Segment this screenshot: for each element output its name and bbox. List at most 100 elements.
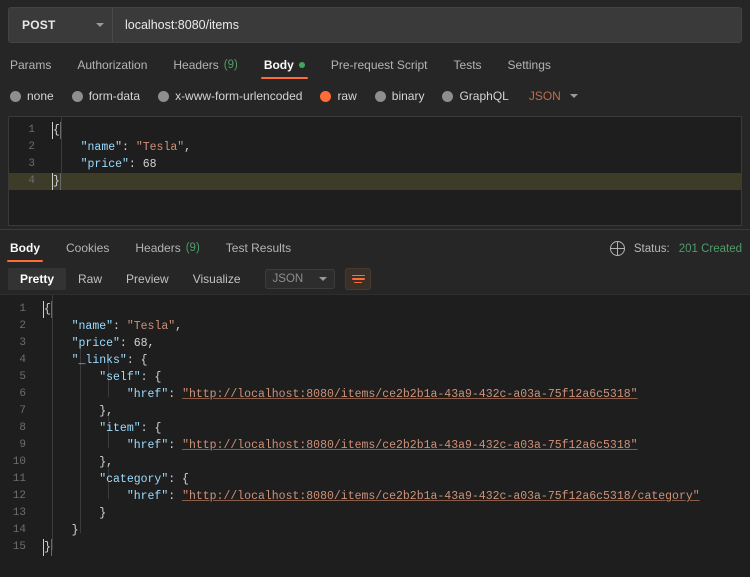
response-body-editor[interactable]: 1{2 "name": "Tesla", 3 "price": 68, 4 "_li… (0, 294, 750, 577)
code-line: 3 "price": 68 (9, 156, 741, 173)
view-mode-raw[interactable]: Raw (66, 268, 114, 290)
view-mode-visualize[interactable]: Visualize (181, 268, 253, 290)
response-tab-test-results[interactable]: Test Results (226, 241, 291, 264)
code-token: "href" (126, 388, 169, 401)
response-status-meta: Status: 201 Created (609, 240, 742, 264)
tab-label: Cookies (66, 241, 110, 255)
code-link[interactable]: "http://localhost:8080/items/ce2b2b1a-43… (182, 388, 637, 401)
line-number: 7 (19, 405, 26, 417)
code-line: 2 "name": "Tesla", (0, 318, 750, 335)
code-token: { (43, 301, 52, 318)
body-type-raw[interactable]: raw (320, 89, 357, 103)
radio-icon (320, 90, 332, 102)
code-text: { (36, 301, 750, 318)
code-token: : { (140, 422, 162, 435)
tab-count-badge: (9) (185, 242, 200, 254)
view-mode-preview[interactable]: Preview (114, 268, 181, 290)
code-text: } (45, 173, 741, 190)
code-token: "Tesla" (135, 141, 185, 154)
url-bar-container: POST localhost:8080/items (8, 7, 742, 43)
code-text: "category": { (36, 471, 750, 488)
word-wrap-icon[interactable] (345, 268, 372, 290)
view-mode-pretty[interactable]: Pretty (8, 268, 67, 290)
request-tab-pre-request-script[interactable]: Pre-request Script (331, 58, 428, 81)
code-text: }, (36, 403, 750, 420)
response-tab-body[interactable]: Body (7, 241, 43, 264)
body-type-label: form-data (88, 89, 141, 103)
body-type-binary[interactable]: binary (374, 89, 425, 103)
request-tab-tests[interactable]: Tests (454, 58, 482, 81)
code-line: 14 } (0, 522, 750, 539)
code-token: : (168, 490, 183, 503)
code-token: { (52, 122, 61, 139)
code-line: 10 }, (0, 454, 750, 471)
body-type-row: none form-data x-www-form-urlencoded raw bin… (0, 82, 750, 110)
code-line: 4 "_links": { (0, 352, 750, 369)
tab-count-badge: (9) (223, 59, 238, 71)
code-line: 9 "href": "http://localhost:8080/items/c… (0, 437, 750, 454)
code-token: } (44, 507, 107, 520)
tab-label: Test Results (225, 241, 292, 255)
body-type-label: raw (337, 89, 357, 103)
code-token: : (119, 337, 134, 350)
http-method-dropdown[interactable]: POST (9, 8, 113, 42)
code-token: 68 (133, 337, 148, 350)
body-type-x-www-form-urlencoded[interactable]: x-www-form-urlencoded (158, 89, 302, 103)
code-token: , (184, 141, 192, 154)
response-tab-headers[interactable]: Headers (9) (135, 241, 199, 264)
http-method-label: POST (22, 18, 56, 32)
code-line: 7 }, (0, 403, 750, 420)
body-type-form-data[interactable]: form-data (71, 89, 141, 103)
tab-label: Pre-request Script (330, 58, 428, 72)
code-token: : { (126, 354, 148, 367)
code-token: }, (44, 405, 114, 418)
line-number: 14 (12, 524, 26, 536)
line-number: 10 (12, 456, 26, 468)
code-text: "href": "http://localhost:8080/items/ce2… (36, 386, 750, 403)
radio-icon (71, 90, 83, 102)
request-tab-authorization[interactable]: Authorization (77, 58, 147, 81)
body-type-graphql[interactable]: GraphQL (442, 89, 509, 103)
globe-icon[interactable] (609, 240, 626, 257)
code-text: { (45, 122, 741, 139)
body-type-label: none (27, 89, 54, 103)
code-token: : (128, 158, 143, 171)
request-body-editor[interactable]: 1{2 "name": "Tesla", 3 "price": 68 4} (8, 116, 742, 204)
code-line: 12 "href": "http://localhost:8080/items/… (0, 488, 750, 505)
code-token: "Tesla" (126, 320, 176, 333)
code-line: 15} (0, 539, 750, 556)
response-format-dropdown[interactable]: JSON (264, 269, 336, 289)
code-token: "name" (80, 141, 123, 154)
line-number: 9 (19, 439, 26, 451)
code-text: } (36, 505, 750, 522)
code-text: "price": 68, (36, 335, 750, 352)
status-label: Status: (633, 242, 670, 255)
line-number: 6 (19, 388, 26, 400)
code-link[interactable]: "http://localhost:8080/items/ce2b2b1a-43… (182, 490, 700, 503)
code-token: "price" (71, 337, 120, 350)
response-tab-cookies[interactable]: Cookies (66, 241, 109, 264)
body-type-none[interactable]: none (10, 89, 54, 103)
tab-label: Body (10, 241, 40, 255)
body-format-dropdown[interactable]: JSON (529, 89, 578, 103)
tab-label: Authorization (77, 58, 148, 72)
code-link[interactable]: "http://localhost:8080/items/ce2b2b1a-43… (182, 439, 637, 452)
request-tab-headers[interactable]: Headers (9) (173, 58, 237, 81)
request-tab-params[interactable]: Params (10, 58, 51, 81)
request-url-input[interactable]: localhost:8080/items (113, 8, 741, 42)
code-token: : (122, 141, 136, 154)
radio-icon (374, 90, 386, 102)
request-tab-body[interactable]: Body (260, 58, 308, 81)
line-number: 2 (28, 141, 35, 153)
code-token: "href" (126, 439, 169, 452)
radio-icon (10, 90, 21, 102)
code-text: } (36, 522, 750, 539)
line-number: 11 (12, 473, 26, 485)
request-tab-settings[interactable]: Settings (508, 58, 551, 81)
body-type-label: binary (391, 89, 425, 103)
